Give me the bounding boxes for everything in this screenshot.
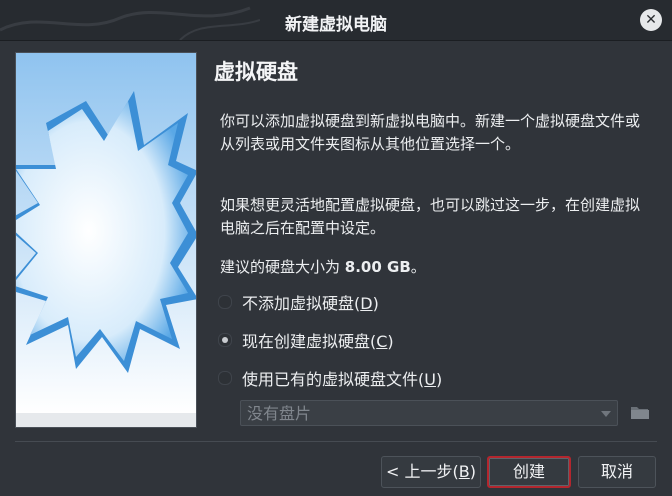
folder-icon[interactable] xyxy=(628,400,652,424)
description-add-disk: 你可以添加虚拟硬盘到新虚拟电脑中。新建一个虚拟硬盘文件或从列表或用文件夹图标从其… xyxy=(220,112,641,153)
recommended-size-prefix: 建议的硬盘大小为 xyxy=(220,258,345,276)
disk-file-select[interactable]: 没有盘片 xyxy=(240,400,618,426)
wizard-illustration xyxy=(15,52,197,428)
radio-existing-disk[interactable]: 使用已有的虚拟硬盘文件(U) xyxy=(218,367,442,389)
radio-existing-disk-label: 使用已有的虚拟硬盘文件(U) xyxy=(242,370,443,389)
recommended-size-value: 8.00 GB xyxy=(344,258,411,276)
chevron-down-icon[interactable] xyxy=(601,411,611,417)
window-title: 新建虚拟电脑 xyxy=(285,15,387,35)
radio-create-disk-label: 现在创建虚拟硬盘(C) xyxy=(242,332,394,351)
radio-indicator[interactable] xyxy=(218,295,232,309)
page-title: 虚拟硬盘 xyxy=(214,60,298,84)
new-vm-dialog: 新建虚拟电脑 ✕ 虚拟硬盘 你可以添加虚拟硬盘到新虚拟电脑中。新建一个虚拟硬盘文… xyxy=(0,0,672,496)
button-separator xyxy=(15,441,657,442)
cancel-button[interactable]: 取消 xyxy=(578,456,656,488)
close-icon[interactable]: ✕ xyxy=(640,9,662,31)
create-button[interactable]: 创建 xyxy=(487,456,571,488)
radio-indicator-selected[interactable] xyxy=(218,333,232,347)
disk-file-select-value: 没有盘片 xyxy=(247,404,312,423)
radio-no-disk-label: 不添加虚拟硬盘(D) xyxy=(242,294,379,313)
recommended-size-suffix: 。 xyxy=(410,258,426,276)
radio-create-disk[interactable]: 现在创建虚拟硬盘(C) xyxy=(218,329,394,351)
description-skip-step: 如果想更灵活地配置虚拟硬盘，也可以跳过这一步，在创建虚拟电脑之后在配置中设定。 xyxy=(220,196,641,237)
title-bar[interactable]: 新建虚拟电脑 ✕ xyxy=(0,0,672,41)
back-button[interactable]: < 上一步(B) xyxy=(381,456,481,488)
recommended-size-text: 建议的硬盘大小为 8.00 GB。 xyxy=(220,256,426,279)
starburst-graphic xyxy=(16,53,196,427)
radio-indicator[interactable] xyxy=(218,371,232,385)
radio-no-disk[interactable]: 不添加虚拟硬盘(D) xyxy=(218,291,379,313)
